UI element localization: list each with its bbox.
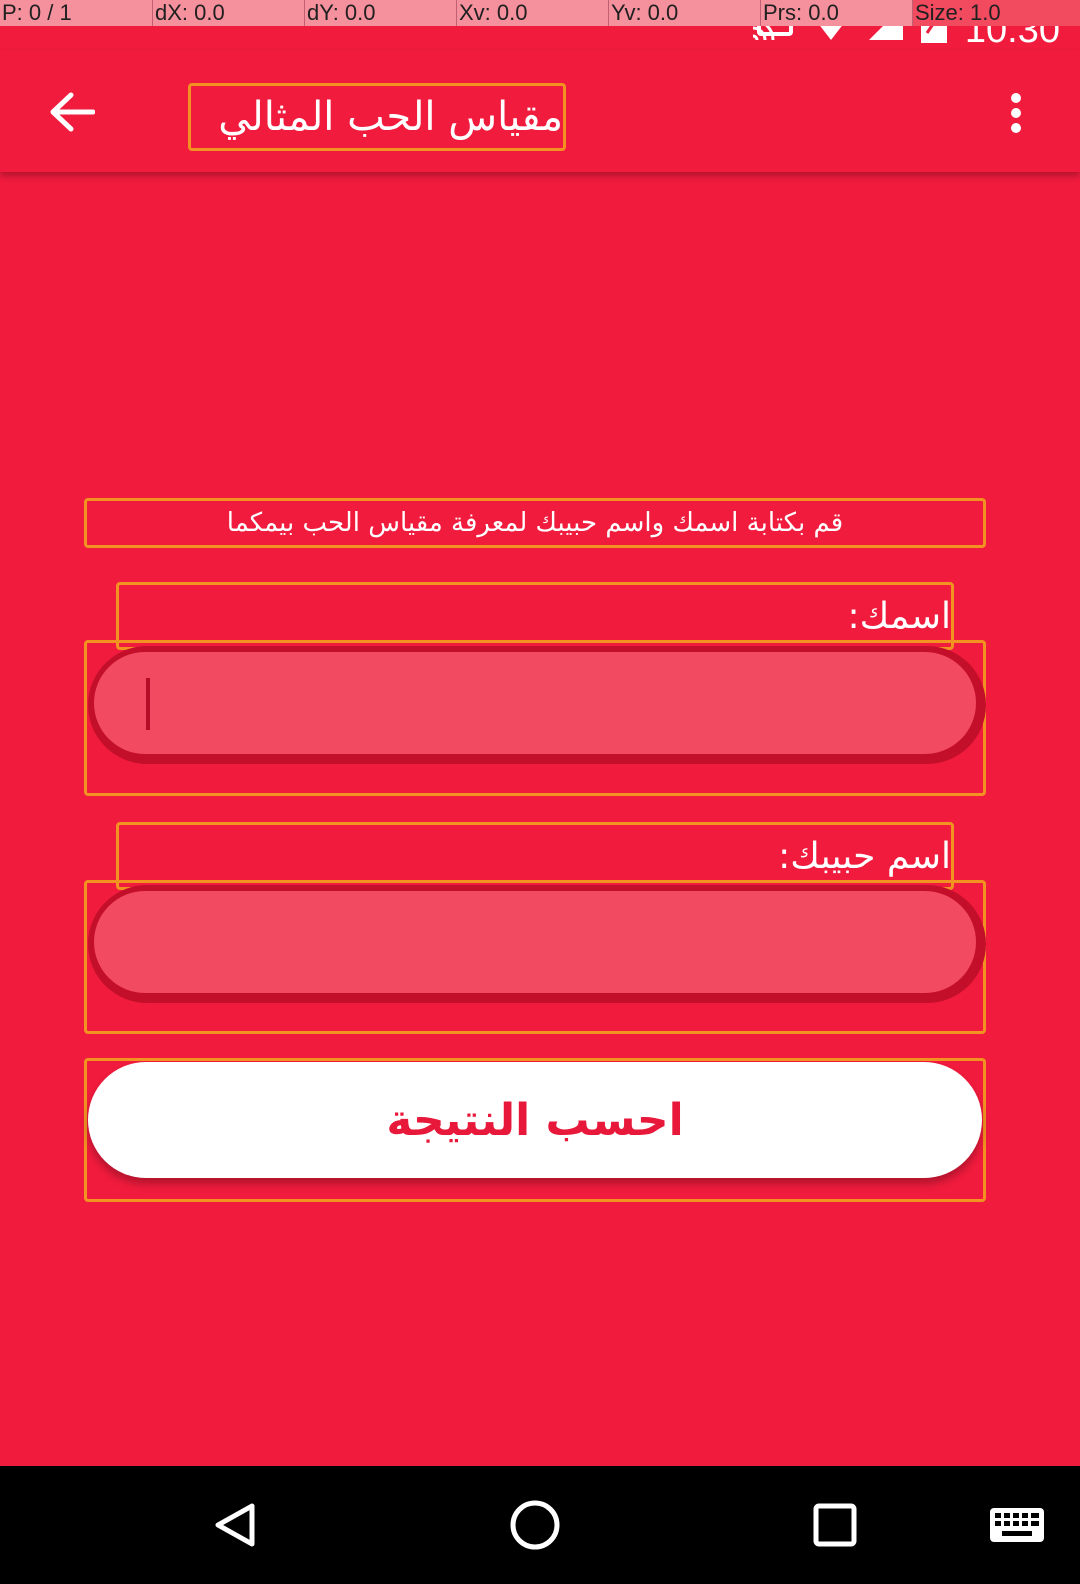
pointer-location-overlay: P: 0 / 1 dX: 0.0 dY: 0.0 Xv: 0.0 Yv: 0.0…: [0, 0, 1080, 26]
beloved-field-container: [88, 885, 986, 1003]
app-bar: مقياس الحب المثالي: [0, 50, 1080, 172]
home-circle-icon: [510, 1500, 560, 1550]
debug-size: Size: 1.0: [912, 0, 1080, 26]
debug-xv: Xv: 0.0: [456, 0, 608, 26]
instructions-text: قم بكتابة اسمك واسم حبيبك لمعرفة مقياس ا…: [84, 498, 986, 548]
nav-recents-button[interactable]: [800, 1490, 870, 1560]
recents-square-icon: [813, 1503, 857, 1547]
app-title-container: مقياس الحب المثالي: [188, 83, 566, 151]
debug-yv: Yv: 0.0: [608, 0, 760, 26]
nav-keyboard-button[interactable]: [982, 1490, 1052, 1560]
back-triangle-icon: [215, 1503, 255, 1547]
debug-dy: dY: 0.0: [304, 0, 456, 26]
nav-home-button[interactable]: [500, 1490, 570, 1560]
arrow-back-icon: [50, 92, 95, 132]
text-cursor: [146, 678, 150, 730]
back-button[interactable]: [40, 80, 104, 144]
navigation-bar: [0, 1466, 1080, 1584]
nav-back-button[interactable]: [200, 1490, 270, 1560]
page-title: مقياس الحب المثالي: [218, 94, 563, 140]
debug-prs: Prs: 0.0: [760, 0, 912, 26]
name-input[interactable]: [94, 652, 976, 754]
more-vert-icon: [1011, 93, 1021, 133]
name-field-container: [88, 646, 986, 764]
beloved-name-input[interactable]: [94, 891, 976, 993]
overflow-menu-button[interactable]: [996, 86, 1036, 140]
debug-dx: dX: 0.0: [152, 0, 304, 26]
debug-pointer-count: P: 0 / 1: [2, 0, 72, 25]
keyboard-icon: [990, 1508, 1044, 1542]
calculate-result-button[interactable]: احسب النتيجة: [88, 1062, 982, 1178]
